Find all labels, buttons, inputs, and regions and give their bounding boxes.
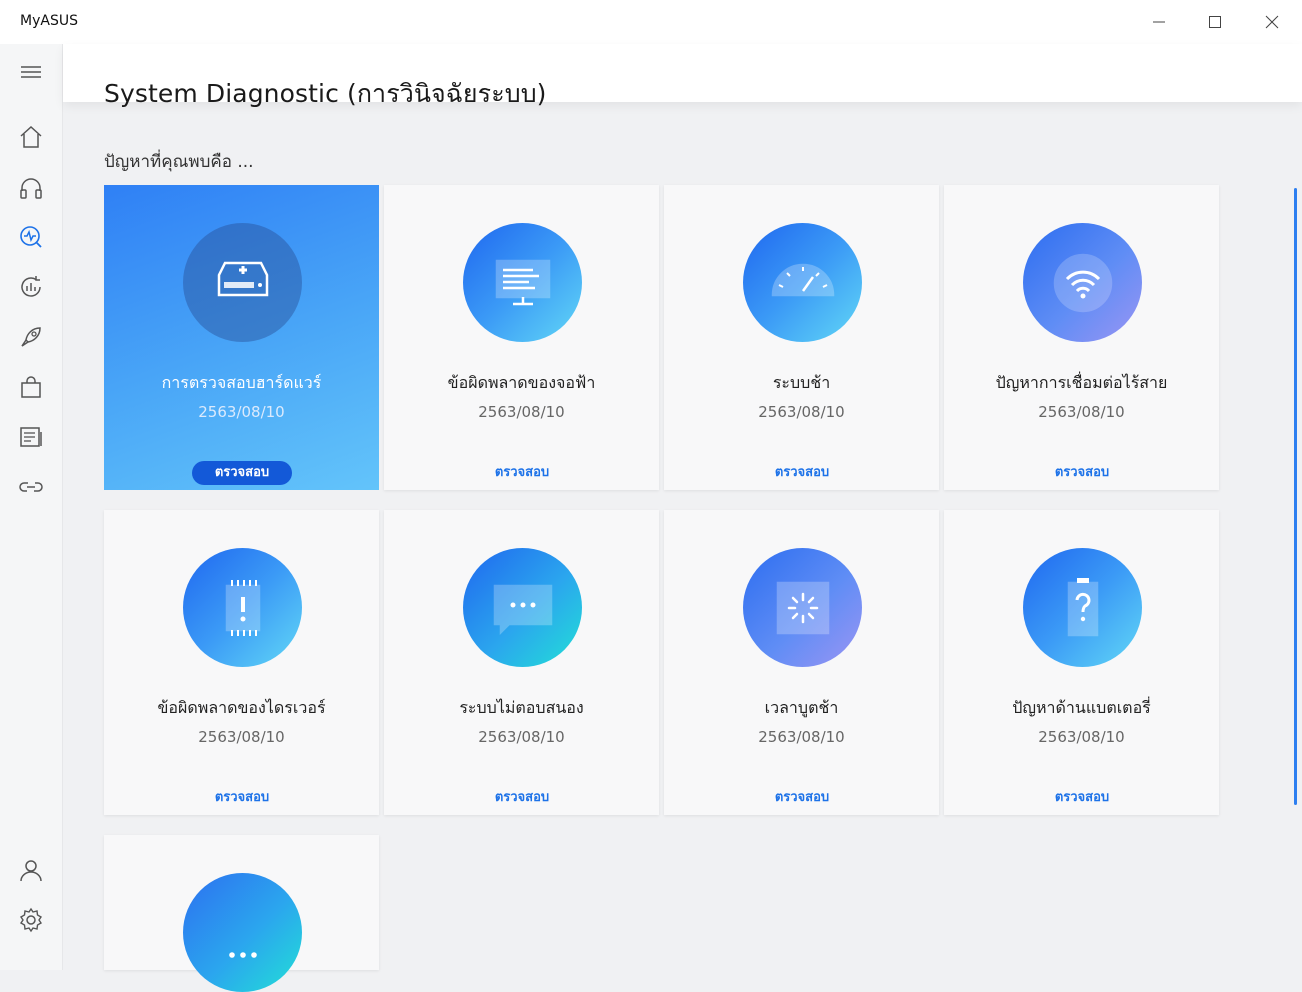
- card-date: 2563/08/10: [1038, 403, 1125, 421]
- card-label: ระบบไม่ตอบสนอง: [459, 698, 584, 717]
- card-label: การตรวจสอบฮาร์ดแวร์: [161, 373, 322, 392]
- wifi-icon: [1053, 253, 1112, 312]
- card-slow-system[interactable]: ระบบช้า 2563/08/10 ตรวจสอบ: [664, 185, 939, 490]
- user-icon: [20, 860, 42, 882]
- speedometer-icon: [771, 263, 834, 296]
- card-more[interactable]: [104, 835, 379, 992]
- card-date: 2563/08/10: [758, 403, 845, 421]
- settings-icon: [20, 907, 42, 933]
- driver-chip-icon: [225, 579, 260, 636]
- title-bar: MyASUS: [0, 0, 1302, 44]
- sidebar: [0, 44, 63, 970]
- sidebar-item-account[interactable]: [17, 856, 45, 884]
- sidebar-item-support[interactable]: [17, 174, 45, 202]
- card-blue-screen[interactable]: ข้อผิดพลาดของจอฟ้า 2563/08/10 ตรวจสอบ: [384, 185, 659, 490]
- check-button[interactable]: ตรวจสอบ: [752, 786, 852, 810]
- check-button[interactable]: ตรวจสอบ: [752, 461, 852, 485]
- card-driver-error[interactable]: ข้อผิดพลาดของไดรเวอร์ 2563/08/10 ตรวจสอบ: [104, 510, 379, 815]
- boot-loading-icon: [776, 581, 829, 634]
- app-title: MyASUS: [20, 13, 78, 29]
- shopping-bag-icon: [21, 376, 41, 398]
- rocket-icon: [21, 327, 41, 347]
- card-date: 2563/08/10: [198, 403, 285, 421]
- check-button[interactable]: ตรวจสอบ: [1032, 461, 1132, 485]
- menu-button[interactable]: [17, 58, 45, 86]
- news-icon: [20, 427, 42, 447]
- card-hardware-check[interactable]: การตรวจสอบฮาร์ดแวร์ 2563/08/10 ตรวจสอบ: [104, 185, 379, 490]
- card-slow-boot[interactable]: เวลาบูตช้า 2563/08/10 ตรวจสอบ: [664, 510, 939, 815]
- headset-icon: [20, 178, 42, 199]
- check-button[interactable]: ตรวจสอบ: [192, 786, 292, 810]
- more-icon: [228, 951, 257, 958]
- minimize-button[interactable]: [1131, 0, 1187, 44]
- card-date: 2563/08/10: [758, 728, 845, 746]
- check-button[interactable]: ตรวจสอบ: [1032, 786, 1132, 810]
- update-icon: [21, 276, 41, 297]
- card-label: ปัญหาด้านแบตเตอรี่: [1012, 698, 1151, 717]
- problem-prompt: ปัญหาที่คุณพบคือ ...: [104, 152, 254, 172]
- maximize-icon: [1209, 16, 1221, 28]
- check-button[interactable]: ตรวจสอบ: [472, 786, 572, 810]
- close-button[interactable]: [1244, 0, 1300, 44]
- unresponsive-chat-icon: [493, 584, 552, 635]
- page-title: System Diagnostic (การวินิจฉัยระบบ): [104, 78, 547, 108]
- card-label: ระบบช้า: [772, 373, 831, 392]
- diagnostic-icon: [20, 226, 42, 248]
- check-button[interactable]: ตรวจสอบ: [192, 461, 292, 485]
- page-header: System Diagnostic (การวินิจฉัยระบบ): [63, 44, 1302, 108]
- card-icon-circle: [1023, 223, 1142, 342]
- card-battery[interactable]: ปัญหาด้านแบตเตอรี่ 2563/08/10 ตรวจสอบ: [944, 510, 1219, 815]
- card-icon-circle: [743, 223, 862, 342]
- sidebar-item-optimize[interactable]: [17, 323, 45, 351]
- card-icon-circle: [183, 548, 302, 667]
- card-label: ปัญหาการเชื่อมต่อไร้สาย: [995, 373, 1168, 392]
- close-icon: [1265, 15, 1279, 29]
- sidebar-item-home[interactable]: [17, 123, 45, 151]
- scrollbar-thumb[interactable]: [1294, 188, 1297, 805]
- card-date: 2563/08/10: [1038, 728, 1125, 746]
- sidebar-item-settings[interactable]: [17, 906, 45, 934]
- sidebar-item-diagnostic[interactable]: [17, 223, 45, 251]
- card-date: 2563/08/10: [478, 403, 565, 421]
- hardware-drive-icon: [217, 261, 268, 296]
- sidebar-item-link[interactable]: [17, 473, 45, 501]
- card-label: เวลาบูตช้า: [764, 698, 839, 717]
- minimize-icon: [1153, 21, 1165, 23]
- hamburger-menu-icon: [21, 66, 41, 78]
- card-icon-circle: [183, 223, 302, 342]
- home-icon: [20, 125, 42, 148]
- link-icon: [19, 482, 43, 492]
- card-icon-circle: [183, 873, 302, 992]
- card-icon-circle: [743, 548, 862, 667]
- card-date: 2563/08/10: [478, 728, 565, 746]
- card-icon-circle: [1023, 548, 1142, 667]
- card-icon-circle: [463, 548, 582, 667]
- card-date: 2563/08/10: [198, 728, 285, 746]
- maximize-button[interactable]: [1187, 0, 1243, 44]
- card-icon-circle: [463, 223, 582, 342]
- sidebar-item-store[interactable]: [17, 373, 45, 401]
- sidebar-item-news[interactable]: [17, 423, 45, 451]
- card-wireless[interactable]: ปัญหาการเชื่อมต่อไร้สาย 2563/08/10 ตรวจส…: [944, 185, 1219, 490]
- card-unresponsive[interactable]: ระบบไม่ตอบสนอง 2563/08/10 ตรวจสอบ: [384, 510, 659, 815]
- sidebar-item-update[interactable]: [17, 273, 45, 301]
- battery-question-icon: [1067, 577, 1098, 636]
- check-button[interactable]: ตรวจสอบ: [472, 461, 572, 485]
- card-label: ข้อผิดพลาดของจอฟ้า: [447, 373, 596, 392]
- card-label: ข้อผิดพลาดของไดรเวอร์: [157, 698, 326, 717]
- blue-screen-icon: [495, 259, 550, 305]
